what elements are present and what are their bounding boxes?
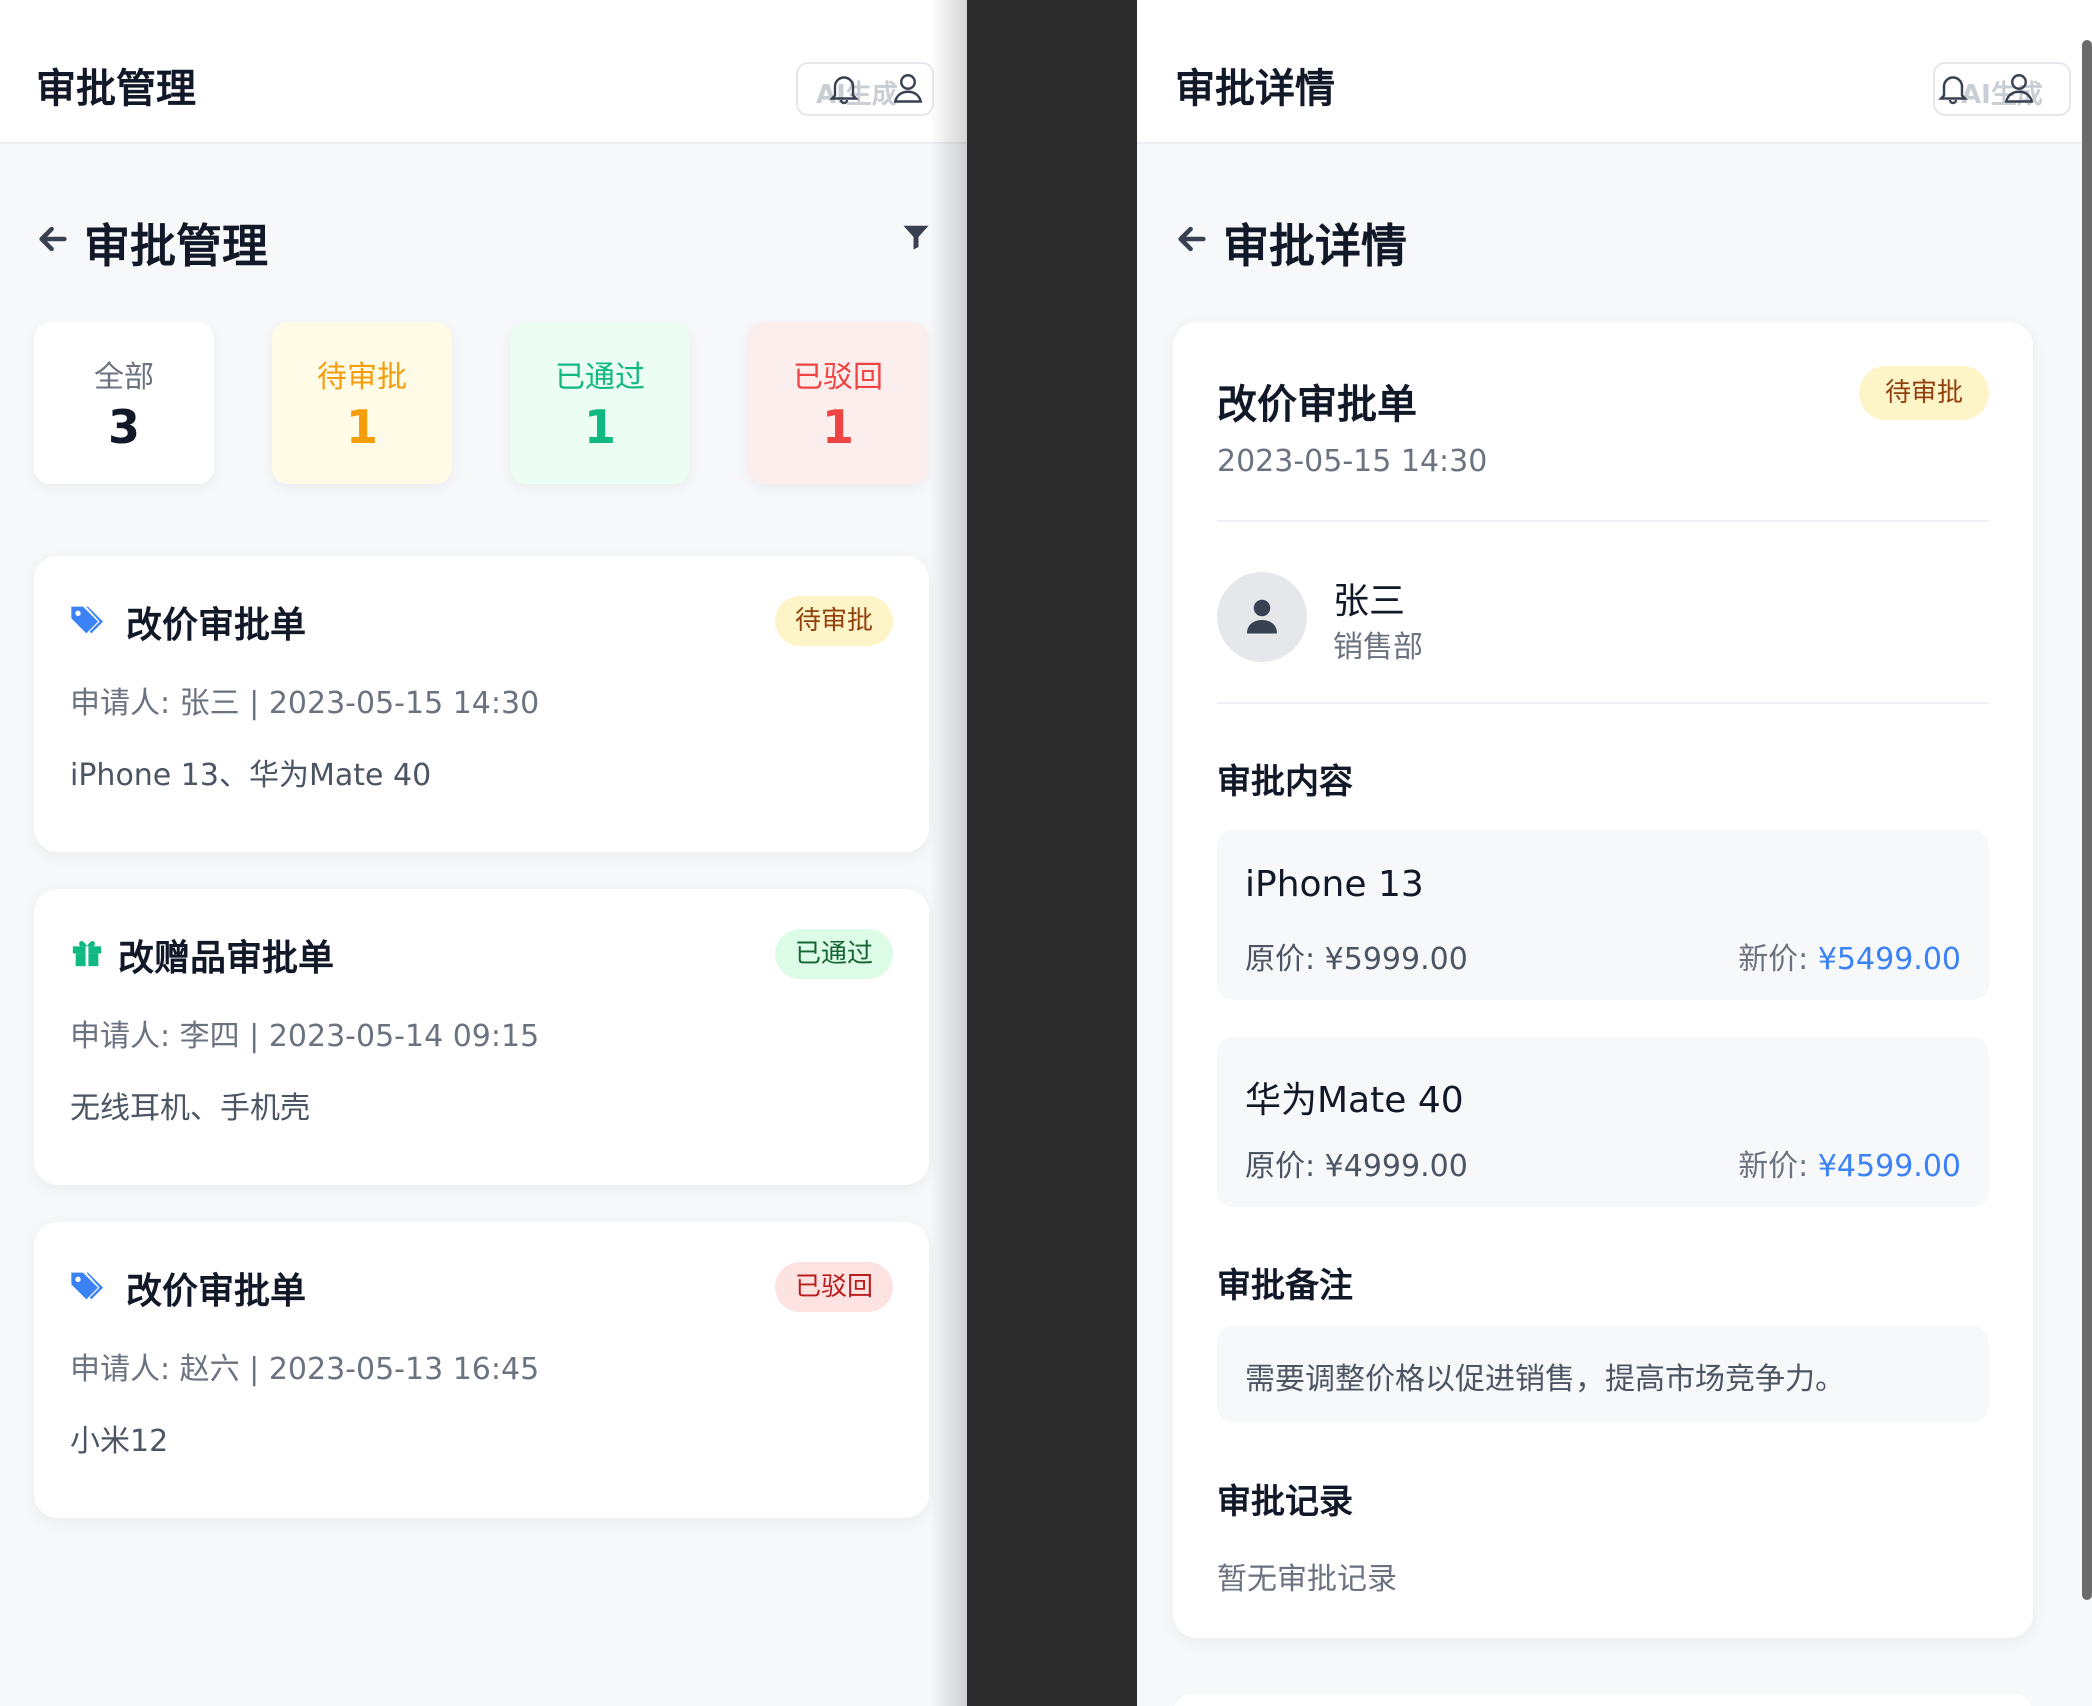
- remark-box: 需要调整价格以促进销售，提高市场竞争力。: [1217, 1326, 1989, 1422]
- top-bar: 审批详情 AI生成: [1137, 0, 2092, 144]
- top-bar: 审批管理 AI生成: [0, 0, 967, 144]
- divider: [1217, 702, 1989, 704]
- item-name: 华为Mate 40: [1245, 1080, 1464, 1121]
- detail-date: 2023-05-15 14:30: [1217, 444, 1488, 479]
- status-badge: 待审批: [1858, 366, 1989, 420]
- stat-card-approved[interactable]: 已通过 1: [510, 322, 690, 484]
- remark-text: 需要调整价格以促进销售，提高市场竞争力。: [1245, 1362, 1845, 1397]
- ai-generate-button[interactable]: AI生成: [796, 62, 934, 116]
- tag-icon: [71, 606, 103, 634]
- status-badge: 已通过: [774, 929, 893, 979]
- avatar: [1217, 572, 1307, 662]
- card-title: 改赠品审批单: [118, 938, 335, 979]
- filter-icon[interactable]: [901, 222, 931, 252]
- approval-card[interactable]: 改价审批单 已驳回 申请人: 赵六 | 2023-05-13 16:45 小米1…: [34, 1222, 929, 1518]
- user-icon[interactable]: [2001, 70, 2037, 106]
- app-title: 审批详情: [1175, 66, 1335, 112]
- stat-label: 已通过: [555, 360, 645, 395]
- remark-section-title: 审批备注: [1217, 1266, 1353, 1306]
- new-price: 新价: ¥5499.00: [1738, 942, 1961, 977]
- page-title: 审批管理: [84, 219, 268, 273]
- stat-card-rejected[interactable]: 已驳回 1: [748, 322, 928, 484]
- approval-card[interactable]: 改价审批单 待审批 申请人: 张三 | 2023-05-15 14:30 iPh…: [34, 556, 929, 852]
- new-price: 新价: ¥4599.00: [1738, 1149, 1961, 1184]
- page-title: 审批详情: [1223, 219, 1407, 273]
- stat-card-all[interactable]: 全部 3: [34, 322, 214, 484]
- card-meta: 申请人: 张三 | 2023-05-15 14:30: [70, 686, 540, 721]
- stat-label: 已驳回: [793, 360, 883, 395]
- stat-label: 全部: [94, 360, 154, 395]
- back-arrow-icon[interactable]: [1175, 222, 1209, 256]
- original-price: 原价: ¥4999.00: [1245, 1149, 1468, 1184]
- bell-icon[interactable]: [826, 70, 862, 106]
- app-title: 审批管理: [36, 66, 196, 112]
- tag-icon: [71, 1272, 103, 1300]
- user-icon[interactable]: [890, 70, 926, 106]
- card-title: 改价审批单: [126, 1271, 307, 1312]
- back-arrow-icon[interactable]: [36, 222, 70, 256]
- detail-title: 改价审批单: [1217, 382, 1417, 428]
- records-section-title: 审批记录: [1217, 1482, 1353, 1522]
- applicant-dept: 销售部: [1333, 630, 1423, 665]
- stat-card-pending[interactable]: 待审批 1: [272, 322, 452, 484]
- status-badge: 待审批: [774, 596, 893, 646]
- stat-count: 1: [345, 400, 378, 454]
- approval-detail-screen: 审批详情 AI生成 审批详情 改价审批单 待审批 2023-05-15 14:3…: [1137, 0, 2092, 1706]
- original-price: 原价: ¥5999.00: [1245, 942, 1468, 977]
- user-avatar-icon: [1247, 599, 1277, 634]
- card-title: 改价审批单: [126, 605, 307, 646]
- divider: [1217, 520, 1989, 522]
- item-name: iPhone 13: [1245, 864, 1424, 905]
- card-meta: 申请人: 李四 | 2023-05-14 09:15: [70, 1019, 540, 1054]
- approval-card[interactable]: 改赠品审批单 已通过 申请人: 李四 | 2023-05-14 09:15 无线…: [34, 889, 929, 1185]
- applicant-name: 张三: [1333, 581, 1406, 622]
- scrollbar[interactable]: [2082, 40, 2092, 1600]
- card-items: iPhone 13、华为Mate 40: [70, 758, 432, 793]
- gift-icon: [72, 940, 102, 967]
- stat-count: 1: [583, 400, 616, 454]
- stat-count: 3: [107, 400, 140, 454]
- price-item: 华为Mate 40 原价: ¥4999.00 新价: ¥4599.00: [1217, 1037, 1989, 1207]
- card-items: 小米12: [70, 1424, 169, 1459]
- panel-edge-shadow: [930, 0, 967, 1706]
- content-section-title: 审批内容: [1217, 762, 1353, 802]
- next-card: [1173, 1694, 2033, 1706]
- stat-label: 待审批: [317, 360, 407, 395]
- stat-count: 1: [821, 400, 854, 454]
- ai-generate-button[interactable]: AI生成: [1933, 62, 2071, 116]
- card-items: 无线耳机、手机壳: [70, 1091, 310, 1126]
- detail-card: 改价审批单 待审批 2023-05-15 14:30 张三 销售部 审批内容 i…: [1173, 322, 2033, 1638]
- approval-list-screen: 审批管理 AI生成 审批管理 全部 3 待审批 1 已通过 1 已驳回 1 改价…: [0, 0, 967, 1706]
- records-empty-text: 暂无审批记录: [1217, 1562, 1397, 1597]
- bell-icon[interactable]: [1935, 70, 1971, 106]
- card-meta: 申请人: 赵六 | 2023-05-13 16:45: [70, 1352, 540, 1387]
- price-item: iPhone 13 原价: ¥5999.00 新价: ¥5499.00: [1217, 830, 1989, 1000]
- status-badge: 已驳回: [774, 1262, 893, 1312]
